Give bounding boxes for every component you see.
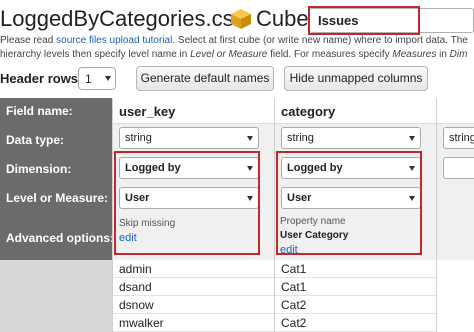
data-cell: dsnow xyxy=(113,296,274,314)
info-text: Please read source files upload tutorial… xyxy=(0,34,474,62)
chevron-down-icon xyxy=(409,136,415,141)
data-cell: Cat2 xyxy=(275,296,436,314)
data-type-select[interactable]: string xyxy=(119,127,259,149)
data-type-label: Data type: xyxy=(6,133,65,147)
cube-icon xyxy=(231,9,251,29)
field-name-label: Field name: xyxy=(6,104,73,118)
advanced-option-label: Skip missing xyxy=(119,218,176,229)
data-cell: dsand xyxy=(113,278,274,296)
chevron-down-icon xyxy=(247,196,253,201)
advanced-options-label: Advanced options: xyxy=(6,231,115,245)
info-line-1: Please read source files upload tutorial… xyxy=(0,35,468,46)
advanced-option-value: User Category xyxy=(280,230,349,241)
chevron-down-icon xyxy=(105,76,111,81)
column-category: category string Logged by User Property … xyxy=(274,98,436,332)
data-type-select[interactable]: string xyxy=(281,127,421,149)
info-line-2: hierarchy levels then specify level name… xyxy=(0,49,468,60)
title-bar: LoggedByCategories.csv Cube: Issues xyxy=(0,4,474,35)
column-field-name: user_key xyxy=(113,98,274,124)
dimension-select[interactable]: Logged by xyxy=(281,157,421,179)
chevron-down-icon xyxy=(409,196,415,201)
data-type-select[interactable]: string xyxy=(443,127,474,149)
controls-row: Header rows 1 Generate default names Hid… xyxy=(0,66,474,92)
row-labels-filler xyxy=(0,260,112,332)
data-cell: mwalker xyxy=(113,314,274,332)
chevron-down-icon xyxy=(409,166,415,171)
header-rows-label: Header rows xyxy=(0,71,79,86)
hide-unmapped-columns-button[interactable]: Hide unmapped columns xyxy=(284,66,428,91)
data-cell: admin xyxy=(113,260,274,278)
advanced-option-label: Property name xyxy=(280,216,346,227)
cube-label: Cube: xyxy=(256,6,315,31)
row-labels: Field name: Data type: Dimension: Level … xyxy=(0,98,115,332)
header-rows-select[interactable]: 1 xyxy=(78,67,116,90)
dimension-select[interactable] xyxy=(443,157,474,179)
tutorial-link[interactable]: source files upload tutorial xyxy=(56,35,172,46)
level-or-measure-select[interactable]: User xyxy=(119,187,259,209)
column-field-name: category xyxy=(275,98,436,124)
data-preview: Cat1 Cat1 Cat2 Cat2 xyxy=(275,260,436,332)
data-preview xyxy=(437,260,474,332)
file-title: LoggedByCategories.csv xyxy=(0,6,245,31)
generate-default-names-button[interactable]: Generate default names xyxy=(136,66,274,91)
dimension-label: Dimension: xyxy=(6,162,72,176)
dimension-select[interactable]: Logged by xyxy=(119,157,259,179)
cube-highlight-box xyxy=(308,6,420,35)
data-cell: Cat1 xyxy=(275,278,436,296)
data-preview: admin dsand dsnow mwalker xyxy=(113,260,274,332)
advanced-edit-link[interactable]: edit xyxy=(280,244,298,256)
column-field-name xyxy=(437,98,474,124)
data-cell: Cat2 xyxy=(275,314,436,332)
mapping-grid: Field name: Data type: Dimension: Level … xyxy=(0,98,474,332)
level-or-measure-label: Level or Measure: xyxy=(6,191,109,205)
advanced-edit-link[interactable]: edit xyxy=(119,232,137,244)
level-or-measure-select[interactable]: User xyxy=(281,187,421,209)
chevron-down-icon xyxy=(247,166,253,171)
column-user-key: user_key string Logged by User Skip miss… xyxy=(112,98,274,332)
chevron-down-icon xyxy=(247,136,253,141)
column-partial: string xyxy=(436,98,474,332)
data-cell: Cat1 xyxy=(275,260,436,278)
